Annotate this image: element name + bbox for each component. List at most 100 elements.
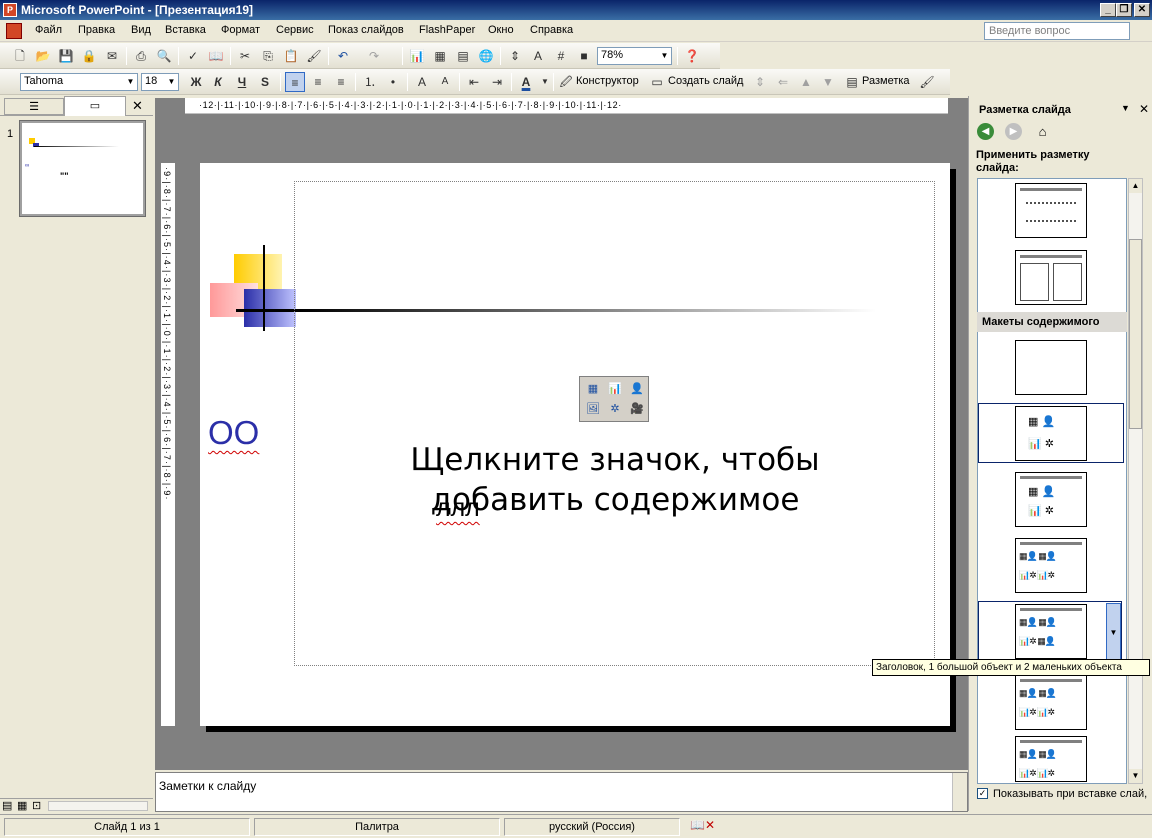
layout-title-text[interactable] — [1015, 183, 1087, 238]
layout-two-columns[interactable] — [1015, 250, 1087, 305]
document-icon[interactable] — [6, 23, 22, 39]
layout-title-four-content[interactable]: ▦👤 ▦👤 📊✲ 📊✲ — [1015, 675, 1087, 730]
chevron-down-icon[interactable]: ▼ — [535, 72, 555, 92]
preview-icon[interactable]: 🔍 — [154, 46, 174, 66]
move-up-icon[interactable]: ▲ — [796, 72, 816, 92]
format-icon[interactable]: 🖌 — [917, 72, 937, 92]
insert-diagram-icon[interactable]: ✲ — [605, 400, 625, 418]
demote-icon[interactable]: ⇐ — [773, 72, 793, 92]
decrease-font-icon[interactable]: A — [435, 72, 455, 92]
email-icon[interactable]: ✉ — [102, 46, 122, 66]
cut-icon[interactable]: ✂ — [235, 46, 255, 66]
slide-thumbnail[interactable]: ∞ "" — [19, 120, 146, 217]
layout-blank[interactable] — [1015, 340, 1087, 395]
table-icon[interactable]: ▦ — [430, 46, 450, 66]
menu-slideshow[interactable]: Показ слайдов — [328, 24, 404, 36]
powerpoint-app-icon[interactable]: P — [3, 3, 17, 17]
bullets-icon[interactable]: • — [383, 72, 403, 92]
redo-icon[interactable]: ↷ — [364, 46, 384, 66]
ask-question-input[interactable]: Введите вопрос — [984, 22, 1130, 40]
increase-indent-icon[interactable]: ⇥ — [487, 72, 507, 92]
layout-partial[interactable]: ▦👤 ▦👤 📊✲ 📊✲ — [1015, 736, 1087, 782]
slideshow-icon[interactable]: ⊡ — [32, 799, 41, 812]
close-button[interactable]: ✕ — [1134, 3, 1150, 17]
slide-sorter-icon[interactable]: ▦ — [17, 799, 27, 812]
insert-picture-icon[interactable]: 🖼 — [583, 400, 603, 418]
forward-icon[interactable]: ▶ — [1005, 123, 1022, 140]
align-left-icon[interactable]: ≡ — [285, 72, 305, 92]
increase-font-icon[interactable]: A — [412, 72, 432, 92]
horizontal-scrollbar[interactable] — [48, 801, 148, 811]
chevron-down-icon[interactable]: ▼ — [165, 74, 178, 90]
text-box-oo[interactable]: ОО — [208, 414, 259, 452]
research-icon[interactable]: 📖 — [206, 46, 226, 66]
minimize-button[interactable]: _ — [1100, 3, 1116, 17]
text-box-lll[interactable]: ллл — [436, 494, 480, 523]
italic-button[interactable]: К — [208, 72, 228, 92]
insert-table-icon[interactable]: ▦ — [583, 380, 603, 398]
menu-edit[interactable]: Правка — [78, 24, 115, 36]
align-center-icon[interactable]: ≡ — [308, 72, 328, 92]
gallery-scrollbar[interactable]: ▲ ▼ — [1128, 178, 1143, 784]
underline-button[interactable]: Ч — [232, 72, 252, 92]
font-color-icon[interactable]: A — [516, 72, 536, 92]
layout-title-large-two-small[interactable]: ▦👤 ▦👤 📊✲ ▦👤 — [1015, 604, 1087, 659]
close-icon[interactable]: ✕ — [1139, 102, 1149, 116]
font-select[interactable]: Tahoma ▼ — [20, 73, 138, 91]
font-size-select[interactable]: 18 ▼ — [141, 73, 179, 91]
new-slide-button[interactable]: Создать слайд — [668, 75, 743, 87]
line-spacing-icon[interactable]: ⇕ — [750, 72, 770, 92]
shadow-button[interactable]: S — [255, 72, 275, 92]
layout-dropdown-button[interactable]: ▼ — [1106, 603, 1121, 661]
home-icon[interactable]: ⌂ — [1033, 122, 1052, 141]
layout-title-content[interactable]: ▦ 👤 📊 ✲ — [1015, 472, 1087, 527]
designer-button[interactable]: Конструктор — [576, 75, 639, 87]
save-icon[interactable]: 💾 — [56, 46, 76, 66]
tables-borders-icon[interactable]: ▤ — [453, 46, 473, 66]
scroll-thumb[interactable] — [1129, 239, 1142, 429]
menu-tools[interactable]: Сервис — [276, 24, 314, 36]
open-icon[interactable]: 📂 — [33, 46, 53, 66]
menu-format[interactable]: Формат — [221, 24, 260, 36]
paste-icon[interactable]: 📋 — [281, 46, 301, 66]
notes-scrollbar[interactable] — [952, 773, 967, 811]
notes-pane[interactable]: Заметки к слайду — [155, 772, 968, 812]
help-icon[interactable]: ❓ — [682, 46, 702, 66]
zoom-select[interactable]: 78% ▼ — [597, 47, 672, 65]
align-right-icon[interactable]: ≡ — [331, 72, 351, 92]
normal-view-icon[interactable]: ▤ — [2, 799, 12, 812]
chevron-down-icon[interactable]: ▼ — [658, 48, 671, 64]
tab-outline[interactable]: ☰ — [4, 98, 64, 115]
bold-button[interactable]: Ж — [186, 72, 206, 92]
chevron-up-icon[interactable]: ▲ — [1129, 179, 1142, 193]
maximize-button[interactable]: ❐ — [1116, 3, 1132, 17]
layout-two-content[interactable]: ▦👤 ▦👤 📊✲ 📊✲ — [1015, 538, 1087, 593]
menu-window[interactable]: Окно — [488, 24, 514, 36]
close-icon[interactable]: ✕ — [132, 98, 143, 114]
chevron-down-icon[interactable]: ▼ — [1121, 103, 1130, 113]
hyperlink-icon[interactable]: 🌐 — [476, 46, 496, 66]
show-formatting-icon[interactable]: A — [528, 46, 548, 66]
content-placeholder[interactable] — [294, 181, 935, 666]
undo-icon[interactable]: ↶ — [333, 46, 353, 66]
color-grayscale-icon[interactable]: ■ — [574, 46, 594, 66]
menu-flashpaper[interactable]: FlashPaper — [419, 24, 475, 36]
insert-chart-icon[interactable]: 📊 — [605, 380, 625, 398]
print-icon[interactable]: ⎙ — [131, 46, 151, 66]
chevron-down-icon[interactable]: ▼ — [1129, 769, 1142, 783]
format-painter-icon[interactable]: 🖌 — [304, 46, 324, 66]
grid-icon[interactable]: # — [551, 46, 571, 66]
spelling-status-icon[interactable]: 📖✕ — [690, 818, 715, 832]
back-icon[interactable]: ◀ — [977, 123, 994, 140]
chart-icon[interactable]: 📊 — [407, 46, 427, 66]
chevron-down-icon[interactable]: ▼ — [124, 74, 137, 90]
show-on-insert-checkbox[interactable]: ✓ — [977, 788, 988, 799]
move-down-icon[interactable]: ▼ — [818, 72, 838, 92]
menu-file[interactable]: Файл — [35, 24, 62, 36]
copy-icon[interactable]: ⎘ — [258, 46, 278, 66]
menu-insert[interactable]: Вставка — [165, 24, 206, 36]
spelling-icon[interactable]: ✓ — [183, 46, 203, 66]
menu-view[interactable]: Вид — [131, 24, 151, 36]
insert-media-icon[interactable]: 🎥 — [627, 400, 647, 418]
insert-clipart-icon[interactable]: 👤 — [627, 380, 647, 398]
